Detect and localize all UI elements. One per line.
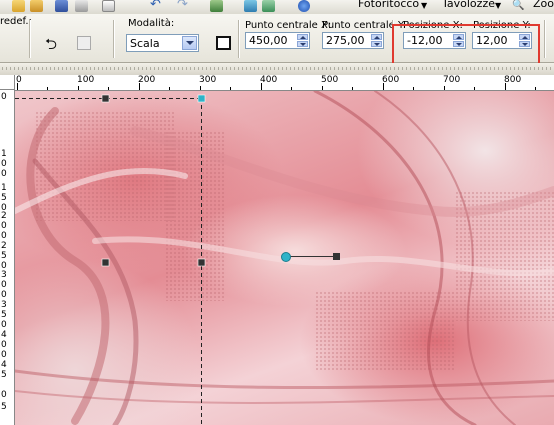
bounds-icon[interactable] (216, 36, 231, 50)
ruler-label: 100 (77, 75, 95, 85)
image2-icon[interactable] (244, 0, 257, 12)
ruler-label: 0 (16, 75, 22, 85)
ruler-label: 1 (1, 183, 7, 193)
separator (238, 20, 240, 58)
chevron-down-icon[interactable] (182, 36, 197, 50)
ruler-label: 0 (1, 340, 7, 350)
ruler-label: 5 (1, 251, 7, 261)
ruler-label: 0 (1, 290, 7, 300)
centro-x-field[interactable]: 450,00 (245, 32, 310, 49)
centro-y-value: 275,00 (326, 34, 365, 47)
top-icon-strip: ↶ ↷ Fotoritocco ▼ Tavolozze ▼ 🔍 Zoo (0, 0, 554, 15)
ruler-label: 0 (1, 320, 7, 330)
copy-icon[interactable] (102, 0, 115, 12)
increment-icon[interactable] (297, 34, 308, 40)
flip-icon[interactable]: ⮌ (45, 36, 61, 52)
ruler-label: 200 (138, 75, 156, 85)
ruler-label: 600 (382, 75, 400, 85)
image3-icon[interactable] (262, 0, 275, 12)
save-icon[interactable] (55, 0, 68, 12)
ruler-label: 2 (1, 211, 7, 221)
menu-zoom[interactable]: Zoo (533, 0, 554, 10)
ruler-label: 500 (321, 75, 339, 85)
ruler-label: 700 (443, 75, 461, 85)
ruler-label: 5 (1, 402, 7, 412)
ruler-label: 0 (1, 92, 7, 102)
ruler-label: 5 (1, 370, 7, 380)
ruler-label: 4 (1, 330, 7, 340)
reset-icon[interactable] (77, 36, 91, 50)
separator (544, 20, 546, 58)
decrement-icon[interactable] (371, 41, 382, 47)
ruler-label: 0 (1, 390, 7, 400)
ruler-label: 0 (1, 169, 7, 179)
separator (113, 20, 115, 58)
vertical-ruler[interactable]: 0 1 0 0 1 5 0 2 0 0 2 5 0 3 0 0 3 5 0 4 … (0, 90, 15, 425)
ruler-label: 0 (1, 221, 7, 231)
decrement-icon[interactable] (297, 41, 308, 47)
increment-icon[interactable] (371, 34, 382, 40)
ruler-label: 2 (1, 241, 7, 251)
predef-label: redef.: (0, 16, 32, 27)
grip-dots (2, 67, 552, 70)
image-icon[interactable] (210, 0, 223, 12)
menu-fotoritocco[interactable]: Fotoritocco (358, 0, 419, 10)
info-icon[interactable] (298, 0, 310, 12)
ruler-label: 0 (1, 350, 7, 360)
zoom-icon[interactable]: 🔍 (512, 0, 524, 12)
ruler-label: 3 (1, 300, 7, 310)
chevron-down-icon: ▼ (495, 1, 502, 10)
ruler-label: 800 (504, 75, 522, 85)
modalita-select[interactable]: Scala (126, 34, 199, 52)
undo-icon[interactable]: ↶ (150, 0, 163, 12)
tool-options-bar: redef.: ⮌ Modalità: Scala Punto centrale… (0, 14, 554, 72)
modalita-value: Scala (130, 37, 160, 50)
chevron-down-icon: ▼ (421, 1, 428, 10)
modalita-label: Modalità: (128, 18, 175, 29)
print-icon[interactable] (75, 0, 88, 12)
ruler-label: 3 (1, 270, 7, 280)
ruler-label: 1 (1, 149, 7, 159)
centro-y-field[interactable]: 275,00 (322, 32, 384, 49)
ruler-label: 0 (1, 280, 7, 290)
folder-icon[interactable] (12, 0, 25, 12)
ruler-label: 0 (1, 159, 7, 169)
open-icon[interactable] (30, 0, 43, 12)
redo-icon[interactable]: ↷ (177, 0, 190, 12)
ruler-label: 5 (1, 193, 7, 203)
centro-x-label: Punto centrale X: (245, 20, 332, 31)
ruler-label: 5 (1, 310, 7, 320)
canvas-overlay (15, 91, 554, 425)
centro-x-value: 450,00 (249, 34, 288, 47)
ruler-label: 300 (199, 75, 217, 85)
separator (29, 20, 31, 58)
ruler-ticks (17, 83, 536, 90)
image-canvas[interactable] (15, 91, 554, 425)
ruler-label: 400 (260, 75, 278, 85)
menu-tavolozze[interactable]: Tavolozze (442, 0, 495, 10)
ruler-corner (0, 75, 15, 90)
horizontal-ruler[interactable]: 0 100 200 300 400 500 600 700 800 (15, 75, 554, 91)
ruler-label: 0 (1, 231, 7, 241)
ruler-label: 4 (1, 360, 7, 370)
